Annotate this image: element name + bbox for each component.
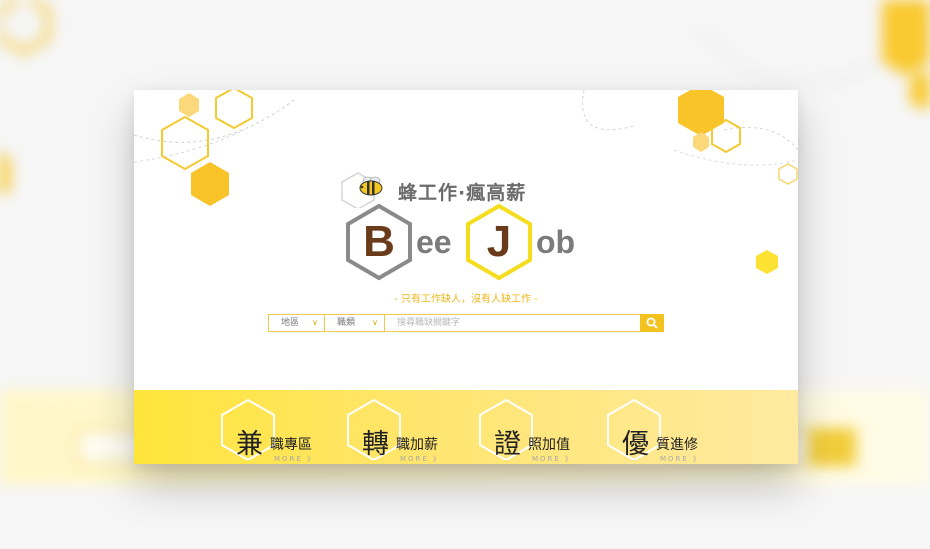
region-select-label: 地區 [281, 318, 300, 328]
tagline: - 只有工作缺人，沒有人缺工作 - [394, 294, 538, 305]
feature-big-char: 兼 [236, 429, 263, 460]
slogan-text: 蜂工作·瘋高薪 [398, 182, 527, 204]
feature-big-char: 轉 [362, 429, 389, 460]
search-input[interactable] [397, 315, 653, 331]
logo-text-ob: ob [536, 224, 576, 260]
bee-job-logo: B ee J ob [344, 202, 604, 282]
feature-label: 職加薪 [396, 437, 438, 453]
chevron-down-icon: ∨ [372, 318, 378, 327]
feature-big-char: 優 [622, 429, 649, 460]
more-link[interactable]: MORE 》 [532, 454, 574, 464]
search-icon [646, 317, 658, 329]
search-bar: 地區 ∨ 職類 ∨ [268, 314, 664, 332]
logo-text-ee: ee [416, 224, 452, 260]
feature-label: 質進修 [656, 437, 698, 453]
feature-quality-study[interactable]: 優 質進修 MORE 》 [606, 398, 726, 464]
feature-certificate[interactable]: 證 照加值 MORE 》 [478, 398, 598, 464]
logo-letter-b: B [363, 217, 395, 266]
feature-label: 照加值 [528, 437, 570, 453]
feature-big-char: 證 [494, 429, 521, 460]
logo-letter-j: J [486, 217, 512, 266]
category-select[interactable]: 職類 ∨ [325, 315, 385, 331]
feature-band: 兼 職專區 MORE 》 轉 職加薪 MORE 》 證 照加值 MORE 》 優 [134, 390, 798, 464]
chevron-down-icon: ∨ [312, 318, 318, 327]
feature-job-change[interactable]: 轉 職加薪 MORE 》 [346, 398, 466, 464]
region-select[interactable]: 地區 ∨ [269, 315, 325, 331]
feature-label: 職專區 [270, 437, 312, 453]
more-link[interactable]: MORE 》 [400, 454, 442, 464]
search-button[interactable] [640, 314, 664, 332]
feature-part-time[interactable]: 兼 職專區 MORE 》 [220, 398, 340, 464]
more-link[interactable]: MORE 》 [660, 454, 702, 464]
category-select-label: 職類 [337, 318, 356, 328]
more-link[interactable]: MORE 》 [274, 454, 316, 464]
main-card: 蜂工作·瘋高薪 B ee J ob - 只有工作缺人，沒有人缺工作 - 地區 ∨… [134, 90, 798, 464]
